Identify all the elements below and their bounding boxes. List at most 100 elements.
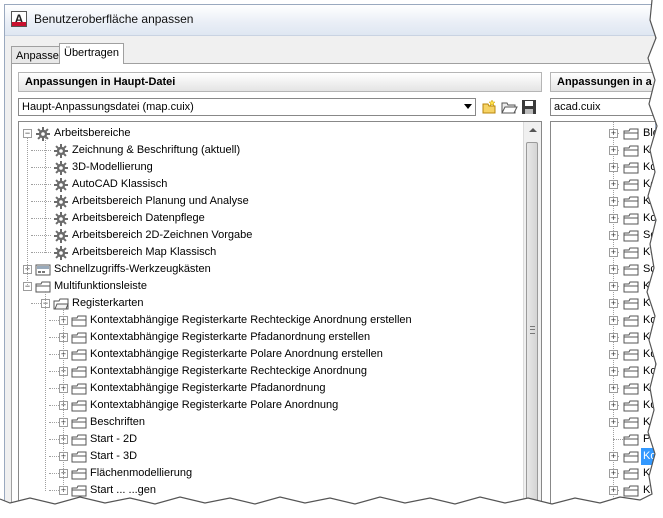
ribbon-tab-icon <box>623 296 639 311</box>
tree-row[interactable]: + Kont <box>551 176 656 193</box>
tree-row[interactable]: + Kontextabhängige Registerkarte Polare A… <box>19 397 519 414</box>
expand-plus-icon[interactable]: + <box>609 401 618 410</box>
tree-row[interactable]: + Kon <box>551 465 655 482</box>
expand-plus-icon[interactable]: + <box>609 367 618 376</box>
main-file-combo[interactable]: Haupt-Anpassungsdatei (map.cuix) <box>18 98 476 116</box>
tree-row[interactable]: + Schre <box>551 261 655 278</box>
open-new-icon[interactable] <box>480 98 498 116</box>
expand-plus-icon[interactable]: + <box>609 282 618 291</box>
expand-plus-icon[interactable]: + <box>609 350 618 359</box>
tree-row[interactable]: Plugin <box>551 431 655 448</box>
tree-row[interactable]: + Ko <box>551 244 655 261</box>
expand-plus-icon[interactable]: + <box>609 452 618 461</box>
scroll-thumb[interactable] <box>526 142 538 511</box>
tree-row[interactable]: + Kontextabhängige Registerkarte Pfadanor… <box>19 380 519 397</box>
expand-plus-icon[interactable]: + <box>609 231 618 240</box>
tree-row[interactable]: + Kontextabhängige Registerkarte Polare A… <box>19 346 519 363</box>
tree-row[interactable]: AutoCAD Klassisch <box>19 176 519 193</box>
main-file-tree-scrollbar[interactable] <box>523 122 541 511</box>
collapse-minus-icon[interactable]: − <box>23 129 32 138</box>
tree-row[interactable]: + Ko <box>551 482 655 499</box>
tree-row[interactable]: + Kontex <box>551 159 656 176</box>
expand-plus-icon[interactable]: + <box>609 333 618 342</box>
tree-connector <box>31 184 51 185</box>
chevron-down-icon[interactable] <box>464 104 472 109</box>
expand-plus-icon[interactable]: + <box>609 248 618 257</box>
title-bar[interactable]: A Benutzeroberfläche anpassen <box>5 5 655 36</box>
tree-row[interactable]: + Schraf <box>551 227 655 244</box>
tree-row[interactable]: + Flächenmodellierung <box>19 465 519 482</box>
tab-uebertragen[interactable]: Übertragen <box>59 43 125 64</box>
expand-plus-icon[interactable]: + <box>609 486 618 495</box>
expand-plus-icon[interactable]: + <box>609 180 618 189</box>
tree-row[interactable]: + Ko <box>551 414 655 431</box>
tree-row[interactable]: + Kont <box>551 397 655 414</box>
expand-plus-icon[interactable]: + <box>609 469 618 478</box>
tree-row[interactable]: Arbeitsbereich Map Klassisch <box>19 244 519 261</box>
expand-plus-icon[interactable]: + <box>609 384 618 393</box>
tree-row[interactable]: + Konte <box>551 448 655 465</box>
tree-row-label: Arbeitsbereiche <box>54 127 131 139</box>
tree-row[interactable]: + Start ... ...gen <box>19 482 519 499</box>
ribbon-tab-icon <box>623 279 639 294</box>
expand-plus-icon[interactable]: + <box>609 316 618 325</box>
tree-row-label: Konte <box>643 212 656 224</box>
save-icon[interactable] <box>520 98 538 116</box>
tree-row[interactable]: − Arbeitsbereiche <box>19 125 519 142</box>
tree-row[interactable]: + Konte <box>551 329 655 346</box>
tree-row[interactable]: + Kontextabhängige Registerkarte Rechteck… <box>19 312 519 329</box>
tree-row[interactable]: 3D-Modellierung <box>19 159 519 176</box>
tree-row[interactable]: Zeichnung & Beschriftung (aktuell) <box>19 142 519 159</box>
tree-row[interactable]: + Kon <box>551 295 655 312</box>
ribbon-tab-icon <box>71 483 87 498</box>
expand-plus-icon[interactable]: + <box>609 418 618 427</box>
expand-plus-icon[interactable]: + <box>609 299 618 308</box>
tree-row-label: Kontextabhängige Registerkarte Pfadanord… <box>90 331 371 343</box>
tree-row[interactable]: + Kontex <box>551 346 655 363</box>
scroll-grip-icon <box>530 326 535 334</box>
tree-connector <box>31 235 51 236</box>
scroll-up-icon[interactable] <box>524 122 541 139</box>
expand-plus-icon[interactable]: + <box>609 265 618 274</box>
tree-row[interactable]: Arbeitsbereich Datenpflege <box>19 210 519 227</box>
tree-row[interactable]: + Kont <box>551 380 655 397</box>
expand-plus-icon[interactable]: + <box>609 163 618 172</box>
tree-row-label: Multifunktionsleiste <box>54 280 147 292</box>
tree-row-label: Kontextabhängige Registerkarte Polare An… <box>90 399 339 411</box>
tree-row[interactable]: + Start - 2D <box>19 431 519 448</box>
tree-row-label: Arbeitsbereich Map Klassisch <box>72 246 217 258</box>
tree-row[interactable]: + Konte <box>551 210 656 227</box>
tree-row[interactable]: − Multifunktionsleiste <box>19 278 519 295</box>
tree-row[interactable]: + Kont <box>551 363 655 380</box>
tree-row[interactable]: + Kontextabhängige Registerkarte Pfadanor… <box>19 329 519 346</box>
tree-row[interactable]: + Start - 3D <box>19 448 519 465</box>
expand-plus-icon[interactable]: + <box>609 129 618 138</box>
ribbon-icon <box>35 279 51 294</box>
tree-row[interactable]: + Konte <box>551 312 655 329</box>
tree-row[interactable]: − Registerkarten <box>19 295 519 312</box>
expand-plus-icon[interactable]: + <box>609 197 618 206</box>
tree-row-label: Kontextabhängige Registerkarte Rechtecki… <box>90 365 368 377</box>
tree-row[interactable]: + Konte <box>551 193 655 210</box>
tree-row[interactable]: + Block <box>551 125 655 142</box>
expand-plus-icon[interactable]: + <box>609 146 618 155</box>
tree-row-label: Kont <box>643 178 656 190</box>
tree-row-label: Arbeitsbereich Planung und Analyse <box>72 195 249 207</box>
tree-row-label: Kontex <box>643 161 656 173</box>
target-file-combo[interactable]: acad.cuix <box>550 98 655 116</box>
tree-row[interactable]: Arbeitsbereich Planung und Analyse <box>19 193 519 210</box>
target-file-tree[interactable]: + Block + Kont + Kontex + Kont + Konte + Konte + Schr… <box>550 121 656 511</box>
expand-plus-icon[interactable]: + <box>609 214 618 223</box>
tree-row[interactable]: + Beschriften <box>19 414 519 431</box>
ribbon-tab-icon <box>71 347 87 362</box>
ribbon-tab-icon <box>623 160 639 175</box>
ribbon-tab-icon <box>623 228 639 243</box>
main-file-tree[interactable]: − Arbeitsbereiche Zeichnung & Beschriftung… <box>18 121 542 511</box>
open-folder-icon[interactable] <box>500 98 518 116</box>
tree-connector <box>31 167 51 168</box>
tree-row[interactable]: + Kontextabhängige Registerkarte Rechteck… <box>19 363 519 380</box>
tree-row[interactable]: + Kont <box>551 142 655 159</box>
tree-row[interactable]: + Schnellzugriffs-Werkzeugkästen <box>19 261 519 278</box>
tree-row[interactable]: Arbeitsbereich 2D-Zeichnen Vorgabe <box>19 227 519 244</box>
tree-row[interactable]: + Kon <box>551 278 655 295</box>
